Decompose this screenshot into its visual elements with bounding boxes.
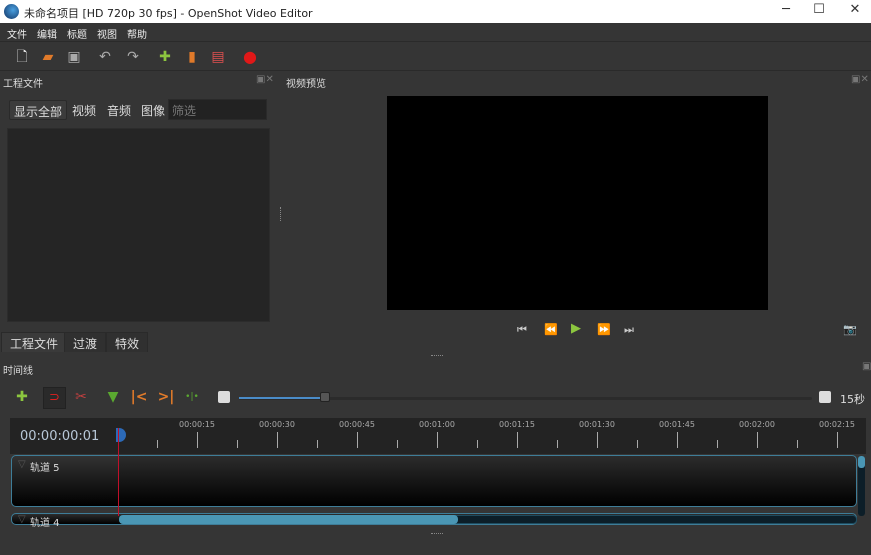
ruler-major-tick [677,432,678,448]
openshot-logo-icon [4,4,19,19]
ruler-major-tick [437,432,438,448]
ruler-minor-tick [557,440,558,448]
menu-help[interactable]: 帮助 [127,26,147,41]
jump-end-icon[interactable]: ⏭ [624,323,634,337]
add-marker-icon[interactable]: ▼ [104,389,122,405]
ruler-label: 00:01:15 [499,420,535,429]
timeline-float-icon[interactable]: ▣ [862,361,871,372]
filter-show-all[interactable]: 显示全部 [9,100,68,120]
project-files-header: 工程文件 [3,79,43,90]
ruler-minor-tick [717,440,718,448]
close-button[interactable]: ✕ [840,2,870,20]
razor-icon[interactable]: ✂ [72,389,90,405]
vertical-scrollbar-thumb[interactable] [858,456,865,468]
ruler-major-tick [597,432,598,448]
menu-title[interactable]: 标题 [67,26,87,41]
ruler-minor-tick [797,440,798,448]
horizontal-scrollbar-thumb[interactable] [119,515,459,524]
ruler-major-tick [357,432,358,448]
ruler-label: 00:02:00 [739,420,775,429]
project-files-list[interactable] [7,128,270,322]
zoom-in-icon[interactable] [819,391,831,403]
ruler-label: 00:01:00 [419,420,455,429]
fast-forward-icon[interactable]: ⏩ [597,323,611,336]
ruler-label: 00:01:45 [659,420,695,429]
undo-icon[interactable]: ↶ [97,49,113,65]
playhead-line [118,428,119,516]
ruler-label: 00:02:15 [819,420,855,429]
rewind-icon[interactable]: ⏪ [544,323,558,336]
timecode: 00:00:00:01 [20,429,100,444]
profile-icon[interactable]: ▮ [184,49,200,65]
zoom-slider-fill [239,397,325,399]
video-preview [387,96,768,310]
splitter-handle[interactable] [431,355,443,356]
add-track-icon[interactable]: ✚ [13,389,31,405]
timeline-header: 时间线 [3,366,33,377]
zoom-slider-handle[interactable] [319,392,330,402]
jump-start-icon[interactable]: ⏮ [517,323,527,337]
menu-edit[interactable]: 编辑 [37,26,57,41]
ruler-label: 00:00:30 [259,420,295,429]
import-files-icon[interactable]: ✚ [157,49,173,65]
filter-video[interactable]: 视频 [68,100,100,120]
redo-icon[interactable]: ↷ [125,49,141,65]
track-5[interactable]: ▽ 轨道 5 [11,455,857,507]
splitter-handle[interactable] [280,207,282,221]
play-icon[interactable]: ▶ [571,321,581,336]
next-marker-icon[interactable]: >| [157,389,175,405]
tab-project-files[interactable]: 工程文件 [1,332,68,352]
track-collapse-icon[interactable]: ▽ [18,459,26,470]
tab-transitions[interactable]: 过渡 [64,332,107,352]
ruler-minor-tick [637,440,638,448]
tab-effects[interactable]: 特效 [106,332,149,352]
main-toolbar: 🗋 ▰ ▣ ↶ ↷ ✚ ▮ ▤ ● [0,41,871,71]
menu-bar: 文件 编辑 标题 视图 帮助 [0,23,871,41]
ruler-minor-tick [477,440,478,448]
track-collapse-icon[interactable]: ▽ [18,514,26,525]
record-icon[interactable]: ● [242,49,258,65]
ruler-minor-tick [317,440,318,448]
export-video-icon[interactable]: ▤ [210,49,226,65]
preview-float-close-icon[interactable]: ▣✕ [851,74,869,85]
ruler-label: 00:00:15 [179,420,215,429]
ruler-major-tick [197,432,198,448]
ruler-minor-tick [157,440,158,448]
ruler-minor-tick [237,440,238,448]
track-name: 轨道 4 [30,518,60,529]
center-playhead-icon[interactable]: •|• [181,392,203,402]
ruler-major-tick [277,432,278,448]
filter-input[interactable]: 筛选 [168,99,267,120]
new-project-icon[interactable]: 🗋 [14,49,30,65]
ruler-label: 00:01:30 [579,420,615,429]
filter-image[interactable]: 图像 [137,100,169,120]
maximize-button[interactable]: ☐ [804,2,834,20]
camera-snapshot-icon[interactable]: 📷 [843,323,857,336]
ruler-label: 00:00:45 [339,420,375,429]
previous-marker-icon[interactable]: |< [130,389,148,405]
filter-audio[interactable]: 音频 [103,100,135,120]
panel-float-close-icon[interactable]: ▣✕ [256,74,274,85]
minimize-button[interactable]: ─ [771,2,801,20]
window-title: 未命名项目 [HD 720p 30 fps] - OpenShot Video … [24,7,313,20]
snapping-icon[interactable]: ⊃ [43,387,66,409]
open-project-icon[interactable]: ▰ [40,49,56,65]
ruler-major-tick [837,432,838,448]
ruler-major-tick [517,432,518,448]
zoom-label: 15秒 [840,393,865,406]
menu-view[interactable]: 视图 [97,26,117,41]
ruler-minor-tick [397,440,398,448]
zoom-out-icon[interactable] [218,391,230,403]
preview-header: 视频预览 [286,79,326,90]
ruler-major-tick [757,432,758,448]
track-name: 轨道 5 [30,463,60,474]
splitter-handle[interactable] [431,533,443,534]
menu-file[interactable]: 文件 [7,26,27,41]
title-bar: 未命名项目 [HD 720p 30 fps] - OpenShot Video … [0,0,871,23]
save-project-icon[interactable]: ▣ [66,49,82,65]
